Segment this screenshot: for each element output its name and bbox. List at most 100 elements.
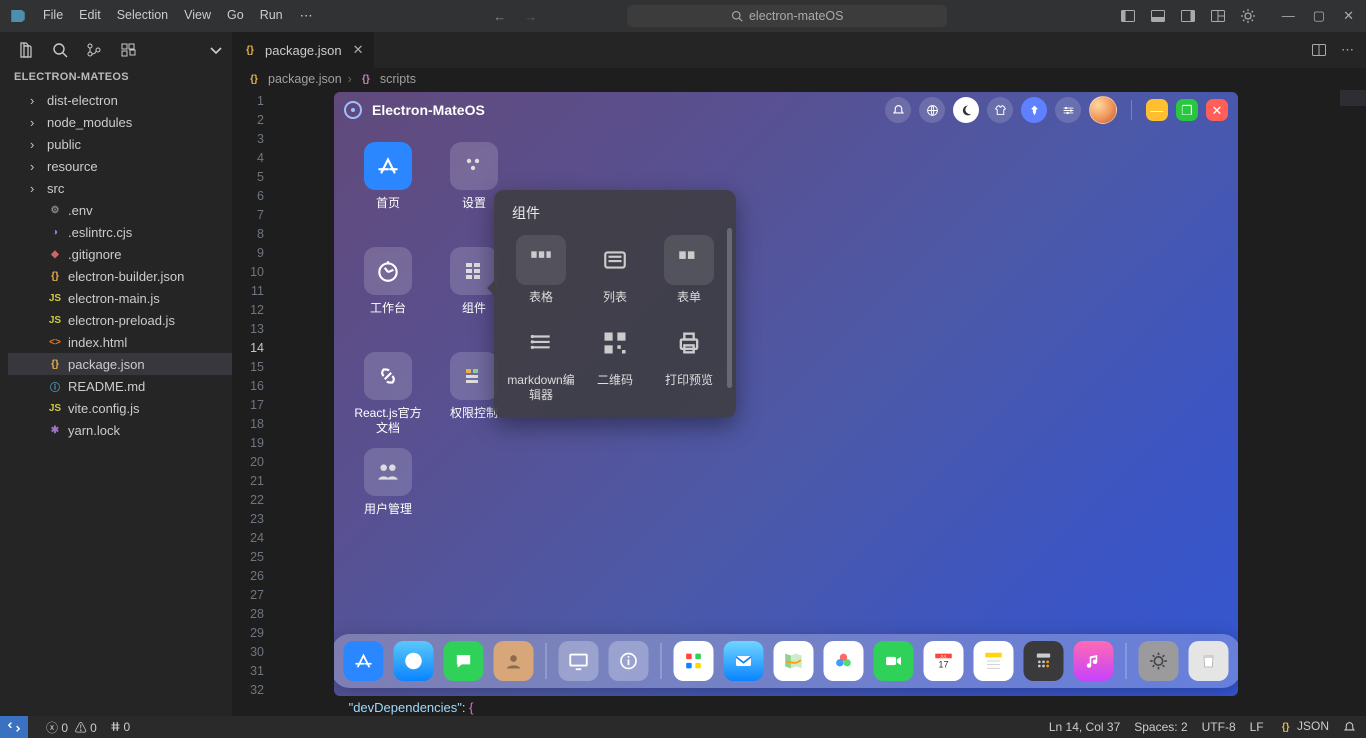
popup-item-icon [516,235,566,285]
menu-edit[interactable]: Edit [72,4,108,28]
menu-file[interactable]: File [36,4,70,28]
statusbar: ⓧ 0 ⚠ 0 ⵌ 0 Ln 14, Col 37 Spaces: 2 UTF-… [0,716,1366,738]
sliders-icon[interactable] [1055,97,1081,123]
status-spaces[interactable]: Spaces: 2 [1134,720,1187,734]
crumb-scripts[interactable]: scripts [380,72,416,86]
breadcrumbs[interactable]: {} package.json › {} scripts [232,68,1366,90]
globe-icon[interactable] [919,97,945,123]
dock-appstore-icon[interactable] [344,641,384,681]
tree-file[interactable]: JSelectron-main.js [8,287,232,309]
menu-go[interactable]: Go [220,4,251,28]
tree-file[interactable]: ⚙.env [8,199,232,221]
tree-file[interactable]: JSelectron-preload.js [8,309,232,331]
status-encoding[interactable]: UTF-8 [1202,720,1236,734]
dock-music-icon[interactable] [1074,641,1114,681]
window-maximize-icon[interactable]: ▢ [1313,8,1325,24]
tree-file[interactable]: {}package.json [8,353,232,375]
dock-notes-icon[interactable] [974,641,1014,681]
tree-file[interactable]: JSvite.config.js [8,397,232,419]
status-lncol[interactable]: Ln 14, Col 37 [1049,720,1120,734]
menu-run[interactable]: Run [253,4,290,28]
tree-file[interactable]: ✱yarn.lock [8,419,232,441]
tree-file[interactable]: ◆.gitignore [8,243,232,265]
window-close-icon[interactable]: ✕ [1343,8,1354,24]
status-lang[interactable]: {} JSON [1278,719,1329,736]
tree-file[interactable]: ⓘREADME.md [8,375,232,397]
dock-photos-icon[interactable] [824,641,864,681]
explorer-scm-icon[interactable] [86,42,102,58]
command-center[interactable]: electron-mateOS [627,5,947,27]
dock-mail-icon[interactable] [724,641,764,681]
popup-item[interactable]: 二维码 [580,318,650,402]
tree-file-label: README.md [68,379,145,394]
nav-forward-icon[interactable]: → [524,9,537,24]
popup-scrollbar[interactable] [727,228,732,388]
dock-launchpad-icon[interactable] [674,641,714,681]
preview-minimize-button[interactable]: — [1146,99,1168,121]
dock-contacts-icon[interactable] [494,641,534,681]
explorer-search-icon[interactable] [52,42,68,58]
explorer-extensions-icon[interactable] [120,42,136,58]
dock-safari-icon[interactable] [394,641,434,681]
remote-indicator-icon[interactable] [0,716,28,738]
editor-body[interactable]: 1234567891011121314151617181920212223242… [232,90,1366,716]
crumb-file[interactable]: package.json [268,72,342,86]
popup-item[interactable]: 表格 [506,235,576,304]
dock-trash-icon[interactable] [1189,641,1229,681]
dock-calendar-icon[interactable]: JUL17 [924,641,964,681]
preview-maximize-button[interactable]: ❐ [1176,99,1198,121]
dock-messages-icon[interactable] [444,641,484,681]
popup-item[interactable]: 打印预览 [654,318,724,402]
explorer-files-icon[interactable] [18,42,34,58]
desktop-app[interactable]: 首页 [352,142,424,211]
tab-close-icon[interactable]: ✕ [353,42,364,58]
tree-folder[interactable]: ›dist-electron [8,89,232,111]
tab-package-json[interactable]: {} package.json ✕ [232,32,375,68]
tree-file[interactable]: <>index.html [8,331,232,353]
tree-folder[interactable]: ›resource [8,155,232,177]
tree-file[interactable]: ◑.eslintrc.cjs [8,221,232,243]
window-minimize-icon[interactable]: — [1282,8,1295,24]
dock-settings-icon[interactable] [1139,641,1179,681]
tab-overflow-icon[interactable]: ⋯ [1341,42,1354,58]
menu-overflow[interactable]: ⋯ [292,4,321,28]
user-avatar[interactable] [1089,96,1117,124]
split-editor-icon[interactable] [1311,42,1327,58]
pin-icon[interactable] [1021,97,1047,123]
nav-back-icon[interactable]: ← [493,9,506,24]
preview-close-button[interactable]: ✕ [1206,99,1228,121]
menu-view[interactable]: View [177,4,218,28]
status-eol[interactable]: LF [1250,720,1264,734]
app-tile-icon [364,448,412,496]
tree-folder[interactable]: ›public [8,133,232,155]
tree-folder[interactable]: ›node_modules [8,111,232,133]
tree-file[interactable]: {}electron-builder.json [8,265,232,287]
dock-calculator-icon[interactable] [1024,641,1064,681]
tree-folder[interactable]: ›src [8,177,232,199]
desktop-app[interactable]: React.js官方文档 [352,352,424,436]
desktop-app[interactable]: 用户管理 [352,448,424,517]
layout-sidebar-right-icon[interactable] [1180,8,1196,24]
theme-toggle-icon[interactable] [953,97,979,123]
menu-selection[interactable]: Selection [110,4,175,28]
shirt-icon[interactable] [987,97,1013,123]
app-tile-icon [450,352,498,400]
desktop-app[interactable]: 工作台 [352,247,424,316]
dock-maps-icon[interactable] [774,641,814,681]
bell-icon[interactable] [885,97,911,123]
dock-info-icon[interactable] [609,641,649,681]
settings-gear-icon[interactable] [1240,8,1256,24]
dock-display-icon[interactable] [559,641,599,681]
layout-customize-icon[interactable] [1210,8,1226,24]
layout-panel-icon[interactable] [1150,8,1166,24]
status-ports[interactable]: ⵌ 0 [111,720,130,734]
popup-item[interactable]: markdown编辑器 [506,318,576,402]
status-bell-icon[interactable] [1343,721,1356,734]
layout-sidebar-left-icon[interactable] [1120,8,1136,24]
popup-item[interactable]: 列表 [580,235,650,304]
dock-facetime-icon[interactable] [874,641,914,681]
minimap[interactable] [1340,90,1366,106]
explorer-collapse-icon[interactable] [208,44,224,56]
popup-item[interactable]: 表单 [654,235,724,304]
status-problems[interactable]: ⓧ 0 ⚠ 0 [46,719,97,736]
